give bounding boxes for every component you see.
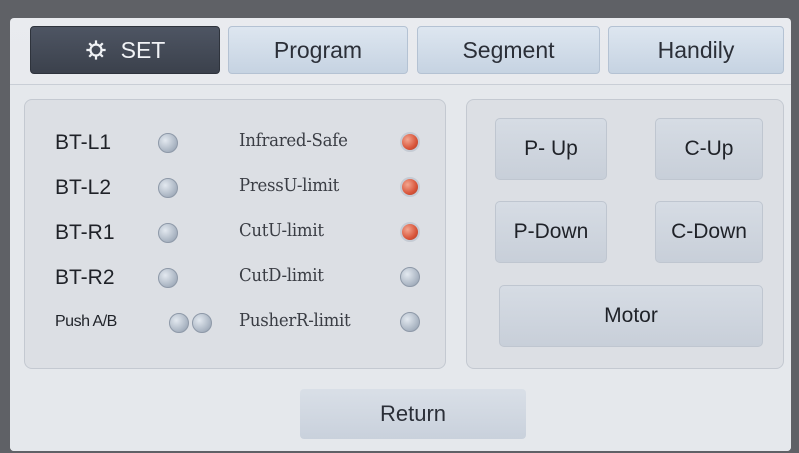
tab-set[interactable]: SET (30, 26, 220, 74)
indicator-infrared-safe (400, 132, 420, 152)
indicator-bt-l2 (158, 178, 178, 198)
indicator-push-a (169, 313, 189, 333)
indicator-bt-r1 (158, 223, 178, 243)
p-up-button[interactable]: P- Up (495, 118, 607, 180)
limit-label-cutd-limit: CutD-limit (239, 265, 324, 286)
indicator-push-b (192, 313, 212, 333)
io-status-group: BT-L1 BT-L2 BT-R1 BT-R2 Push A/B Infrare… (24, 99, 446, 369)
tab-program-label: Program (273, 36, 363, 63)
indicator-pusherr-limit (400, 312, 420, 332)
hmi-screen: SET Program Segment Handily BT-L1 BT-L2 … (10, 18, 791, 451)
tab-segment-label: Segment (462, 36, 555, 63)
tab-program[interactable]: Program (228, 26, 408, 74)
input-label-bt-r2: BT-R2 (55, 266, 115, 289)
tab-set-label: SET (120, 36, 166, 63)
c-up-button[interactable]: C-Up (655, 118, 763, 180)
indicator-bt-l1 (158, 133, 178, 153)
limit-label-infrared-safe: Infrared-Safe (239, 130, 348, 151)
indicator-pressu-limit (400, 177, 420, 197)
main-panel: BT-L1 BT-L2 BT-R1 BT-R2 Push A/B Infrare… (10, 84, 791, 451)
p-down-button[interactable]: P-Down (495, 201, 607, 263)
tab-segment[interactable]: Segment (417, 26, 600, 74)
c-down-button[interactable]: C-Down (655, 201, 763, 263)
input-label-bt-l1: BT-L1 (55, 131, 112, 154)
limit-label-pressu-limit: PressU-limit (239, 175, 340, 196)
limit-label-pusherr-limit: PusherR-limit (239, 310, 351, 331)
motor-button[interactable]: Motor (499, 285, 763, 347)
manual-controls-group: P- Up C-Up P-Down C-Down Motor (466, 99, 784, 369)
input-label-bt-r1: BT-R1 (55, 221, 115, 244)
indicator-cutu-limit (400, 222, 420, 242)
input-label-push-ab: Push A/B (55, 313, 117, 330)
indicator-cutd-limit (400, 267, 420, 287)
tab-handily-label: Handily (657, 36, 735, 63)
gear-icon (85, 39, 107, 61)
limit-label-cutu-limit: CutU-limit (239, 220, 324, 241)
return-button[interactable]: Return (300, 389, 526, 439)
input-label-bt-l2: BT-L2 (55, 176, 112, 199)
indicator-bt-r2 (158, 268, 178, 288)
tab-handily[interactable]: Handily (608, 26, 784, 74)
